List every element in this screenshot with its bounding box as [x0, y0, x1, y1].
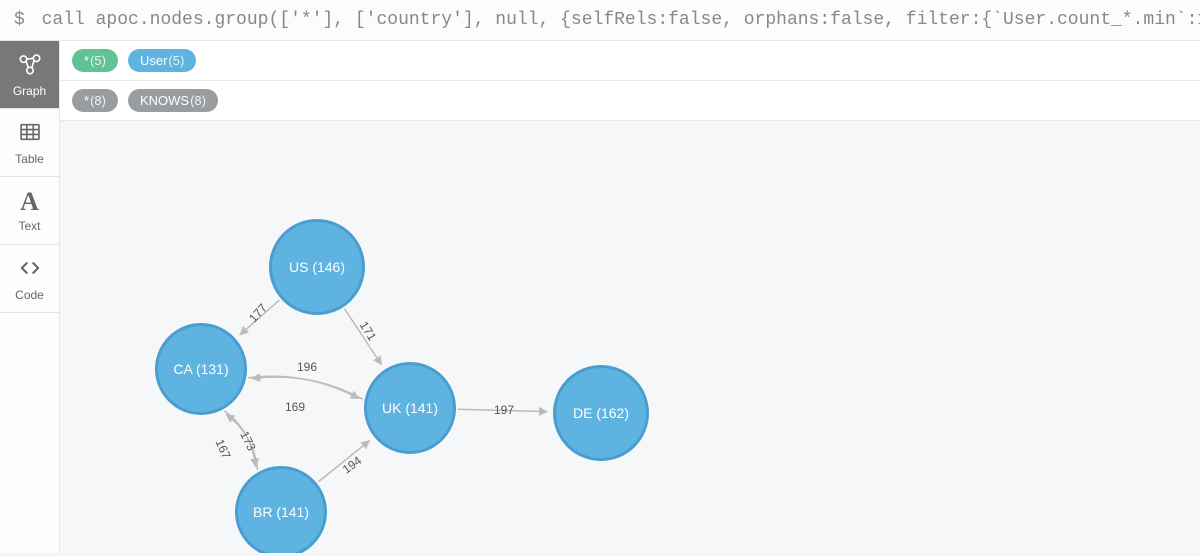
edge-label: 169: [283, 400, 307, 414]
pill-all-nodes[interactable]: *(5): [72, 49, 118, 72]
graph-icon: [17, 51, 43, 80]
main: *(5) User(5) *(8) KNOWS(8): [60, 41, 1200, 553]
text-icon: A: [20, 189, 39, 215]
rel-label-bar: *(8) KNOWS(8): [60, 81, 1200, 121]
pill-knows[interactable]: KNOWS(8): [128, 89, 218, 112]
edge[interactable]: [252, 377, 363, 399]
query-text: call apoc.nodes.group(['*'], ['country']…: [42, 10, 1200, 30]
edge-label: 197: [492, 403, 516, 417]
tab-text-label: Text: [18, 219, 40, 233]
pill-user[interactable]: User(5): [128, 49, 196, 72]
node-label-bar: *(5) User(5): [60, 41, 1200, 81]
graph-node-uk[interactable]: UK (141): [364, 362, 456, 454]
pill-text: KNOWS: [140, 93, 189, 108]
pill-text: *: [84, 93, 89, 108]
pill-all-rels[interactable]: *(8): [72, 89, 118, 112]
graph-canvas[interactable]: US (146)CA (131) UK (141) BR (141) DE (162)…: [60, 121, 1200, 553]
tab-code[interactable]: Code: [0, 245, 59, 313]
graph-node-ca[interactable]: CA (131): [155, 323, 247, 415]
code-icon: [17, 255, 43, 284]
pill-text: User: [140, 53, 167, 68]
tab-graph-label: Graph: [13, 84, 46, 98]
pill-count: (5): [168, 53, 184, 68]
sidebar: Graph Table A Text Code: [0, 41, 60, 553]
tab-graph[interactable]: Graph: [0, 41, 59, 109]
content: Graph Table A Text Code: [0, 41, 1200, 553]
tab-table-label: Table: [15, 152, 44, 166]
pill-text: *: [84, 53, 89, 68]
query-bar[interactable]: $ call apoc.nodes.group(['*'], ['country…: [0, 0, 1200, 41]
graph-node-us[interactable]: US (146): [269, 219, 365, 315]
pill-count: (8): [90, 93, 106, 108]
tab-text[interactable]: A Text: [0, 177, 59, 245]
tab-table[interactable]: Table: [0, 109, 59, 177]
prompt-symbol: $: [14, 10, 25, 30]
table-icon: [17, 119, 43, 148]
graph-node-de[interactable]: DE (162): [553, 365, 649, 461]
pill-count: (8): [190, 93, 206, 108]
edge-label: 196: [295, 360, 319, 374]
graph-node-br[interactable]: BR (141): [235, 466, 327, 553]
tab-code-label: Code: [15, 288, 44, 302]
pill-count: (5): [90, 53, 106, 68]
